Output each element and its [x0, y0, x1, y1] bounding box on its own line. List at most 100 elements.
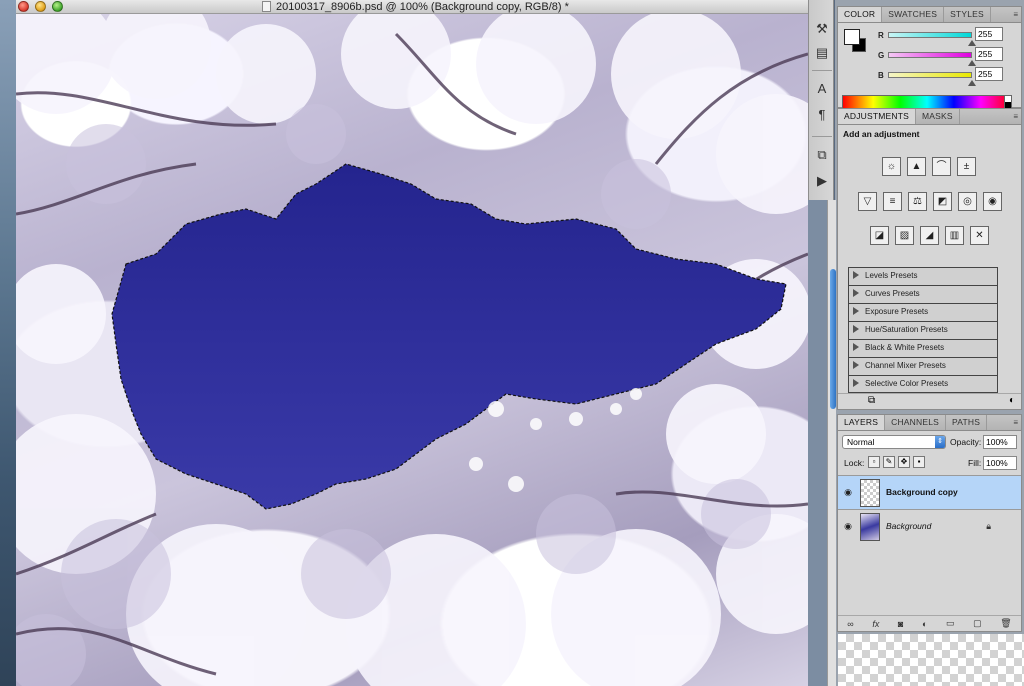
panel-scrollbar[interactable]: [830, 269, 836, 409]
link-layers-icon[interactable]: ∞: [847, 619, 853, 629]
channel-b-slider[interactable]: [888, 72, 972, 78]
opacity-field[interactable]: 100%: [983, 435, 1017, 449]
clip-to-layer-icon[interactable]: ◐: [1009, 395, 1015, 406]
channel-g-slider[interactable]: [888, 52, 972, 58]
layer-name: Background: [886, 521, 932, 531]
blend-mode-select[interactable]: Normal ⇕: [842, 435, 946, 449]
lock-image-icon[interactable]: ✎: [883, 456, 895, 468]
preset-item[interactable]: Curves Presets: [848, 285, 998, 303]
panel-menu-icon[interactable]: ≡: [1013, 418, 1018, 427]
black-white-swatch[interactable]: [1004, 95, 1012, 109]
preset-label: Selective Color Presets: [865, 379, 949, 388]
panel-menu-icon[interactable]: ≡: [1013, 112, 1018, 121]
brush-presets-icon[interactable]: ▤: [812, 44, 832, 62]
preset-item[interactable]: Hue/Saturation Presets: [848, 321, 998, 339]
tab-styles[interactable]: STYLES: [944, 7, 991, 22]
tab-color[interactable]: COLOR: [838, 7, 883, 22]
tab-adjustments[interactable]: ADJUSTMENTS: [838, 109, 917, 124]
actions-icon[interactable]: ▶: [812, 172, 832, 190]
channel-r-slider[interactable]: [888, 32, 972, 38]
layer-name: Background copy: [886, 487, 958, 497]
preset-label: Exposure Presets: [865, 307, 929, 316]
lock-all-icon[interactable]: ▪: [913, 456, 925, 468]
preset-label: Levels Presets: [865, 271, 918, 280]
document-title: 20100317_8906b.psd @ 100% (Background co…: [276, 1, 569, 13]
vibrance-icon[interactable]: ▽: [858, 192, 877, 211]
window-titlebar[interactable]: 20100317_8906b.psd @ 100% (Background co…: [16, 0, 808, 14]
character-icon[interactable]: A: [812, 80, 832, 98]
channel-b-field[interactable]: 255: [975, 67, 1003, 81]
eye-icon[interactable]: ◉: [842, 487, 854, 497]
new-group-icon[interactable]: ▭: [946, 618, 955, 629]
expand-arrow-icon: [853, 289, 859, 297]
lock-position-icon[interactable]: ✥: [898, 456, 910, 468]
new-layer-icon[interactable]: ▢: [973, 618, 982, 629]
tab-layers[interactable]: LAYERS: [838, 415, 886, 430]
preset-item[interactable]: Channel Mixer Presets: [848, 357, 998, 375]
panel-dock: COLOR SWATCHES STYLES ≡ R 255 G 255 B 25…: [827, 0, 1024, 686]
tab-channels[interactable]: CHANNELS: [885, 415, 947, 430]
foreground-color-swatch[interactable]: [844, 29, 860, 45]
channel-r-label: R: [878, 31, 884, 40]
tool-presets-icon[interactable]: ⧉: [812, 146, 832, 164]
desktop-background: [0, 0, 16, 686]
transparency-checkerboard: [838, 634, 1024, 686]
new-adjustment-icon[interactable]: ◐: [922, 619, 927, 629]
color-balance-icon[interactable]: ⚖: [908, 192, 927, 211]
layer-thumbnail: [860, 513, 880, 541]
paragraph-icon[interactable]: ¶: [812, 106, 832, 124]
levels-icon[interactable]: ▲: [907, 157, 926, 176]
expand-arrow-icon: [853, 379, 859, 387]
preset-item[interactable]: Levels Presets: [848, 267, 998, 285]
preset-item[interactable]: Black & White Presets: [848, 339, 998, 357]
expand-arrow-icon: [853, 325, 859, 333]
expand-arrow-icon: [853, 361, 859, 369]
preset-label: Hue/Saturation Presets: [865, 325, 948, 334]
tab-swatches[interactable]: SWATCHES: [882, 7, 945, 22]
layer-row-background-copy[interactable]: ◉ Background copy: [838, 475, 1021, 509]
fill-field[interactable]: 100%: [983, 456, 1017, 470]
tools-mini-panel: ⚒ ▤ A ¶ ⧉ ▶: [808, 0, 834, 200]
chevron-down-icon: ⇕: [935, 436, 945, 448]
tab-paths[interactable]: PATHS: [946, 415, 988, 430]
gradient-map-icon[interactable]: ▥: [945, 226, 964, 245]
posterize-icon[interactable]: ▨: [895, 226, 914, 245]
selective-color-icon[interactable]: ✕: [970, 226, 989, 245]
channel-mixer-icon[interactable]: ◉: [983, 192, 1002, 211]
tab-masks[interactable]: MASKS: [916, 109, 960, 124]
fx-icon[interactable]: fx: [872, 619, 879, 629]
zoom-button[interactable]: [52, 1, 63, 12]
hue-saturation-icon[interactable]: ≡: [883, 192, 902, 211]
black-white-icon[interactable]: ◩: [933, 192, 952, 211]
preset-item[interactable]: Selective Color Presets: [848, 375, 998, 393]
lock-transparent-icon[interactable]: ▫: [868, 456, 880, 468]
color-spectrum-bar[interactable]: [842, 95, 1012, 109]
channel-g-field[interactable]: 255: [975, 47, 1003, 61]
trash-icon[interactable]: 🗑︎: [1000, 618, 1011, 629]
minimize-button[interactable]: [35, 1, 46, 12]
panel-menu-icon[interactable]: ≡: [1013, 10, 1018, 19]
lock-label: Lock:: [844, 458, 865, 468]
invert-icon[interactable]: ◪: [870, 226, 889, 245]
expanded-view-icon[interactable]: ⧉: [868, 395, 875, 406]
photo-filter-icon[interactable]: ◎: [958, 192, 977, 211]
lock-icon: 🔒︎: [986, 521, 991, 531]
brightness-contrast-icon[interactable]: ☼: [882, 157, 901, 176]
expand-arrow-icon: [853, 307, 859, 315]
layers-panel-tabs: LAYERS CHANNELS PATHS: [838, 415, 1021, 431]
preset-label: Channel Mixer Presets: [865, 361, 946, 370]
exposure-icon[interactable]: ±: [957, 157, 976, 176]
color-panel: COLOR SWATCHES STYLES ≡ R 255 G 255 B 25…: [837, 6, 1022, 109]
clone-source-icon[interactable]: ⚒: [812, 20, 832, 38]
curves-icon[interactable]: ⌒: [932, 157, 951, 176]
preset-item[interactable]: Exposure Presets: [848, 303, 998, 321]
eye-icon[interactable]: ◉: [842, 521, 854, 531]
layer-row-background[interactable]: ◉ Background 🔒︎: [838, 509, 1021, 543]
add-mask-icon[interactable]: ◙: [898, 619, 903, 629]
adjustments-panel-tabs: ADJUSTMENTS MASKS: [838, 109, 1021, 125]
close-button[interactable]: [18, 1, 29, 12]
channel-r-field[interactable]: 255: [975, 27, 1003, 41]
adjustments-footer: ⧉ ◐: [838, 393, 1021, 409]
image-canvas[interactable]: [16, 14, 808, 686]
threshold-icon[interactable]: ◢: [920, 226, 939, 245]
